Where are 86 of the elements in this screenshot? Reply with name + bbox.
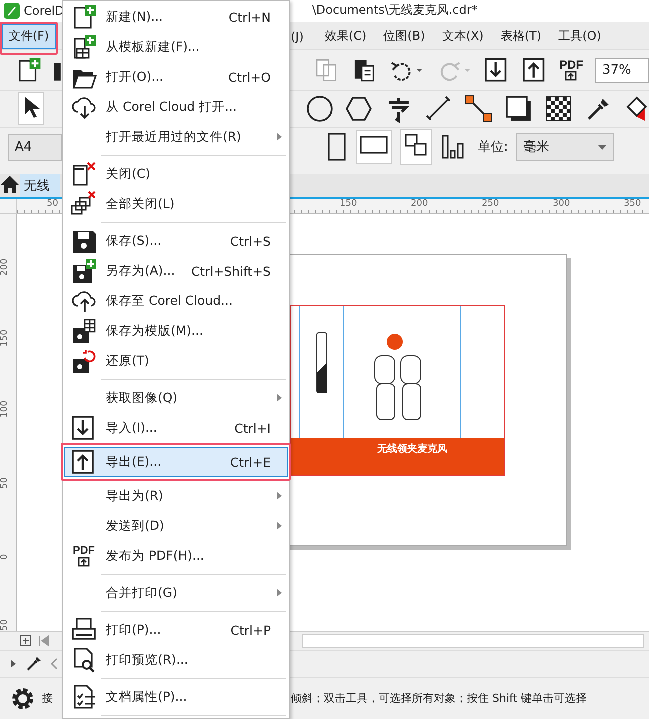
document-properties-icon xyxy=(71,684,97,710)
status-text: 倾斜；双击工具，可选择所有对象；按住 Shift 键单击可选择 xyxy=(291,691,587,706)
menu-item[interactable]: 打印(P)... Ctrl+P xyxy=(64,615,288,645)
landscape-page-button[interactable] xyxy=(356,130,392,164)
artwork-title: 无线领夹麦克风 xyxy=(378,442,448,454)
new-document-icon[interactable] xyxy=(16,57,42,84)
menu-item[interactable]: 文件(F) xyxy=(2,24,56,50)
menu-item[interactable]: 从模板新建(F)... xyxy=(64,32,288,62)
menu-item[interactable]: 效果(C) xyxy=(318,24,374,50)
ruler-label: 0 xyxy=(0,554,10,560)
unit-label: 单位: xyxy=(478,139,508,156)
menu-item[interactable]: PDF 发布为 PDF(H)... xyxy=(64,541,288,571)
ruler-label: 250 xyxy=(482,199,500,210)
menu-item[interactable]: 导出(E)... Ctrl+E xyxy=(64,447,288,477)
save-template-icon xyxy=(71,318,97,344)
menu-item[interactable]: 打开(O)... Ctrl+O xyxy=(64,62,288,92)
connector-tool-icon[interactable] xyxy=(465,94,494,123)
menu-item[interactable]: 表格(T) xyxy=(494,24,549,50)
export-icon xyxy=(71,449,97,475)
ellipse-tool-icon[interactable] xyxy=(306,94,334,123)
stacked-pages-icon xyxy=(403,132,429,158)
pick-tool[interactable] xyxy=(18,92,44,126)
save-icon xyxy=(71,228,97,254)
menu-item[interactable]: 保存(S)... Ctrl+S xyxy=(64,226,288,256)
portrait-page-icon[interactable] xyxy=(326,132,348,162)
menu-item[interactable]: 文本(X) xyxy=(435,24,491,50)
drop-shadow-tool-icon[interactable] xyxy=(505,94,534,123)
horizontal-scrollbar[interactable] xyxy=(302,634,644,648)
app-logo-icon xyxy=(4,2,20,19)
template-document-icon xyxy=(71,34,97,60)
line-tool-icon[interactable] xyxy=(425,94,454,123)
menu-item[interactable]: 新建(N)... Ctrl+N xyxy=(64,2,288,32)
add-page-icon[interactable] xyxy=(20,635,32,648)
home-icon[interactable] xyxy=(0,174,20,194)
menu-item[interactable]: 全部关闭(L) xyxy=(64,189,288,219)
ruler-label: 50 xyxy=(0,620,10,632)
printer-icon xyxy=(71,617,97,643)
ruler-label: 50 xyxy=(47,199,58,210)
ruler-label: 200 xyxy=(411,199,428,210)
menu-item[interactable]: (J) xyxy=(290,24,315,50)
import-icon xyxy=(71,415,97,441)
ruler-label: 100 xyxy=(0,400,10,418)
close-document-icon xyxy=(71,161,97,187)
close-all-documents-icon xyxy=(71,191,97,217)
ruler-label: 300 xyxy=(553,199,570,210)
document-tab[interactable]: 无线 xyxy=(20,174,60,198)
settings-icon[interactable] xyxy=(10,686,36,712)
current-page-icon[interactable] xyxy=(440,134,466,160)
ruler-label: 350 xyxy=(624,199,642,210)
menu-item[interactable]: 发送到(D) xyxy=(64,511,288,541)
caret-icon xyxy=(598,144,608,150)
menu-item[interactable]: 从 Corel Cloud 打开... xyxy=(64,92,288,122)
ruler-label: 50 xyxy=(0,478,10,490)
new-document-icon xyxy=(71,4,97,30)
menu-item[interactable]: 工具(O) xyxy=(552,24,608,50)
unit-dropdown[interactable]: 毫米 xyxy=(516,133,614,162)
menu-item[interactable]: 保存为模版(M)... xyxy=(64,316,288,346)
menu-item[interactable]: 导出为(R) xyxy=(64,481,288,511)
fill-tool-icon[interactable] xyxy=(625,94,649,123)
document-path: \Documents\无线麦克风.cdr* xyxy=(312,2,478,20)
all-pages-button[interactable] xyxy=(400,129,432,166)
menu-item[interactable]: 关闭(C) xyxy=(64,159,288,189)
menu-item[interactable]: 另存为(A)... Ctrl+Shift+S xyxy=(64,256,288,286)
print-preview-icon xyxy=(71,647,97,673)
menu-item[interactable]: 打开最近用过的文件(R) xyxy=(64,122,288,152)
menu-item[interactable]: 合并打印(G) xyxy=(64,578,288,608)
menu-item[interactable]: 获取图像(Q) xyxy=(64,383,288,413)
menu-item[interactable]: 保存至 Corel Cloud... xyxy=(64,286,288,316)
polygon-tool-icon[interactable] xyxy=(345,94,374,123)
export-icon[interactable] xyxy=(522,57,548,84)
ruler-label: 150 xyxy=(340,199,358,210)
menu-item[interactable]: 还原(T) xyxy=(64,346,288,376)
status-text: 接 xyxy=(42,691,53,706)
ruler-label: 200 xyxy=(0,258,10,276)
transparency-tool-icon[interactable] xyxy=(545,94,574,123)
page-size-field[interactable]: A4 xyxy=(8,134,62,161)
menu-item[interactable]: 文档属性(P)... xyxy=(64,682,288,712)
menu-item[interactable]: 打印预览(R)... xyxy=(64,645,288,675)
eyedropper-icon[interactable] xyxy=(26,656,42,672)
revert-icon xyxy=(71,348,97,374)
menu-item[interactable]: 位图(B) xyxy=(376,24,432,50)
expand-palette-icon[interactable] xyxy=(10,659,18,670)
menu-item[interactable]: 导入(I)... Ctrl+I xyxy=(64,413,288,443)
save-as-icon xyxy=(71,258,97,284)
ruler-label: 150 xyxy=(0,330,10,348)
zoom-field[interactable]: 37% xyxy=(595,58,649,83)
